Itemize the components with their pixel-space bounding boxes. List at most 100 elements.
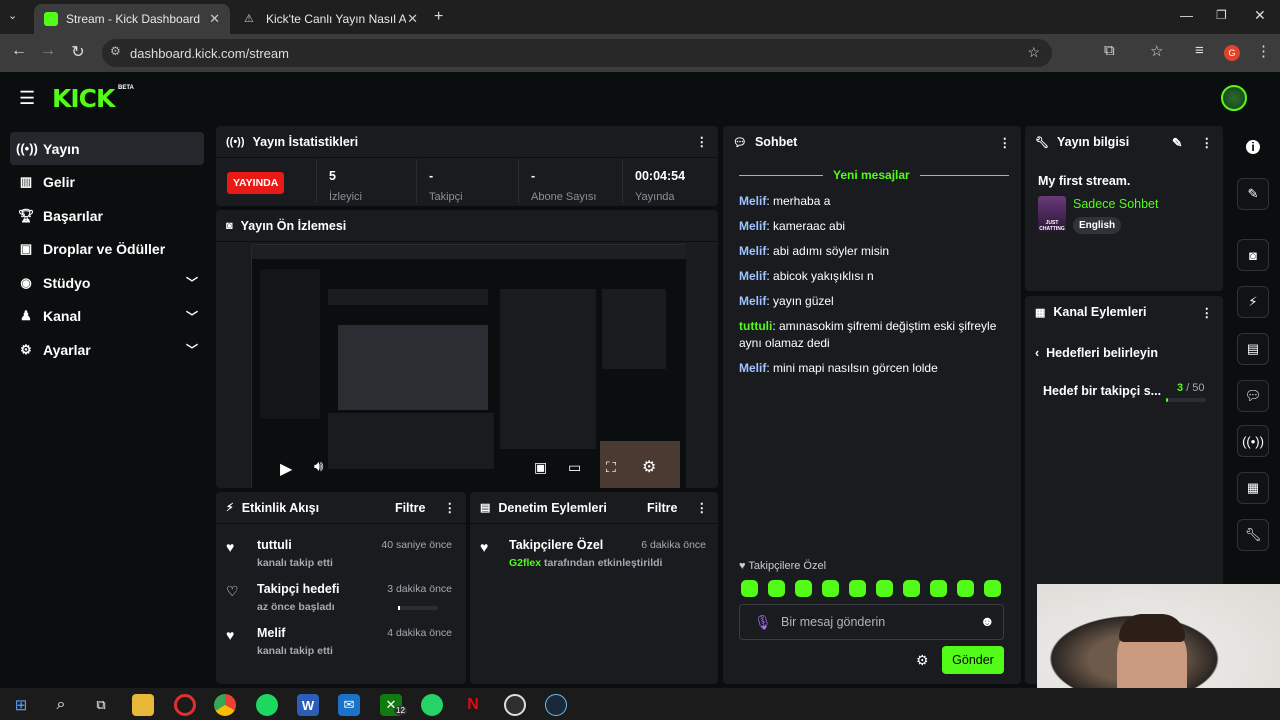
filter-button[interactable]: Filtre	[395, 501, 426, 515]
opera-icon[interactable]	[174, 694, 196, 716]
task-view-icon[interactable]: ⧉	[90, 694, 112, 716]
stream-info-panel: 🔧︎ Yayın bilgisi ✎ ⋮ My first stream. JUST …	[1025, 126, 1223, 291]
more-options-icon[interactable]: ⋮	[999, 135, 1012, 150]
more-options-icon[interactable]: ⋮	[696, 134, 709, 149]
fullscreen-icon[interactable]: ⛶	[606, 459, 616, 476]
maximize-button[interactable]: ❐	[1216, 8, 1227, 22]
rail-moderation-button[interactable]: ▤	[1237, 333, 1269, 365]
profile-avatar[interactable]: G	[1224, 45, 1240, 61]
viewers-stat: 5 İzleyici	[316, 159, 416, 203]
video-player[interactable]: ▶ 🔊︎ ▣ ▭ ⛶ ⚙	[251, 244, 686, 488]
emoji-picker-icon[interactable]: ☻	[980, 613, 995, 629]
close-tab-icon[interactable]: ✕	[209, 11, 220, 27]
send-button[interactable]: Gönder	[942, 646, 1004, 674]
rail-preview-button[interactable]: ◙	[1237, 239, 1269, 271]
close-tab-icon[interactable]: ✕	[407, 11, 418, 27]
hamburger-menu-icon[interactable]: ☰	[19, 88, 35, 109]
theater-icon[interactable]: ▭	[568, 459, 581, 476]
chevron-down-icon: ﹀	[185, 343, 198, 357]
sidebar-item-ayarlar[interactable]: ⚙ Ayarlar ﹀	[10, 333, 204, 366]
rail-info-button[interactable]: 🔧︎	[1237, 519, 1269, 551]
steam-icon[interactable]	[545, 694, 567, 716]
back-icon[interactable]: ←	[4, 42, 34, 60]
chat-settings-icon[interactable]: ⚙	[916, 652, 929, 669]
emote-icon[interactable]	[930, 580, 947, 598]
user-avatar[interactable]	[1221, 85, 1247, 111]
address-bar-row: ← → ↻ ⚙ dashboard.kick.com/stream ☆ ⧉ ☆ …	[0, 34, 1280, 72]
more-options-icon[interactable]: ⋮	[1201, 135, 1214, 150]
goal-item[interactable]: Hedef bir takipçi s... 3 / 50	[1043, 382, 1211, 412]
volume-icon[interactable]: 🔊︎	[314, 458, 323, 475]
kick-logo[interactable]: KICK	[52, 84, 115, 113]
netflix-icon[interactable]: N	[462, 694, 484, 716]
emote-icon[interactable]	[984, 580, 1001, 598]
spotify-icon[interactable]	[256, 694, 278, 716]
chat-username[interactable]: Melif	[739, 244, 766, 258]
emote-icon[interactable]	[876, 580, 893, 598]
forward-icon[interactable]: →	[33, 42, 63, 60]
chat-username[interactable]: Melif	[739, 219, 766, 233]
rail-broadcast-button[interactable]: ((•))	[1237, 425, 1269, 457]
tab-kick-dashboard[interactable]: Stream - Kick Dashboard ✕	[34, 4, 230, 34]
play-icon[interactable]: ▶	[280, 459, 292, 479]
chat-username[interactable]: Melif	[739, 294, 766, 308]
rail-channel-actions-button[interactable]: ▦	[1237, 472, 1269, 504]
obs-icon[interactable]	[504, 694, 526, 716]
chat-username[interactable]: tuttuli	[739, 319, 772, 333]
word-icon[interactable]: W	[297, 694, 319, 716]
chat-username[interactable]: Melif	[739, 194, 766, 208]
chat-username[interactable]: Melif	[739, 361, 766, 375]
reload-icon[interactable]: ↻	[63, 42, 93, 62]
tab-kick-guide[interactable]: ⚠ Kick'te Canlı Yayın Nasıl Açılır? | ✕	[234, 4, 428, 34]
chat-username[interactable]: Melif	[739, 269, 766, 283]
emote-icon[interactable]	[795, 580, 812, 598]
media-control-icon[interactable]: ≡	[1195, 42, 1204, 59]
tab-title: Stream - Kick Dashboard	[66, 12, 201, 26]
minimize-button[interactable]: —	[1180, 8, 1193, 23]
sidebar-item-studyo[interactable]: ◉ Stüdyo ﹀	[10, 266, 204, 299]
emote-icon[interactable]	[768, 580, 785, 598]
more-options-icon[interactable]: ⋮	[444, 500, 457, 515]
chrome-icon[interactable]	[214, 694, 236, 716]
info-icon[interactable]: i	[1246, 140, 1260, 154]
chat-input[interactable]: 🎙︎ Bir mesaj gönderin ☻	[739, 604, 1004, 640]
browser-menu-icon[interactable]: ⋮	[1256, 42, 1271, 60]
whatsapp-icon[interactable]	[421, 694, 443, 716]
extensions-icon[interactable]: ⧉	[1104, 42, 1115, 59]
settings-icon[interactable]: ⚙	[642, 457, 656, 477]
rail-activity-button[interactable]: ⚡︎	[1237, 286, 1269, 318]
microphone-icon[interactable]: 🎙︎	[754, 614, 772, 631]
sidebar-item-gelir[interactable]: ▥ Gelir	[10, 166, 204, 199]
rail-chat-button[interactable]: 💬︎	[1237, 380, 1269, 412]
more-options-icon[interactable]: ⋮	[696, 500, 709, 515]
more-options-icon[interactable]: ⋮	[1201, 305, 1214, 320]
category-link[interactable]: Sadece Sohbet	[1073, 197, 1159, 211]
pip-icon[interactable]: ▣	[534, 459, 547, 476]
edit-pencil-icon[interactable]: ✎	[1172, 135, 1182, 150]
emote-icon[interactable]	[822, 580, 839, 598]
bookmark-star-icon[interactable]: ☆	[1027, 44, 1040, 61]
tab-list-button[interactable]: ⌄	[8, 9, 17, 22]
site-info-icon[interactable]: ⚙	[110, 44, 121, 58]
file-explorer-icon[interactable]	[132, 694, 154, 716]
sidebar-item-droplar[interactable]: ▣ Droplar ve Ödüller	[10, 233, 204, 266]
emote-icon[interactable]	[741, 580, 758, 598]
sidebar-item-yayin[interactable]: ((•)) Yayın	[10, 132, 204, 165]
emote-icon[interactable]	[903, 580, 920, 598]
sidebar-item-kanal[interactable]: ♟ Kanal ﹀	[10, 300, 204, 333]
emote-icon[interactable]	[849, 580, 866, 598]
new-tab-button[interactable]: +	[434, 8, 443, 26]
mail-icon[interactable]: ✉	[338, 694, 360, 716]
bookmarks-icon[interactable]: ☆	[1150, 42, 1163, 60]
close-window-button[interactable]: ✕	[1254, 7, 1266, 24]
moderator-name[interactable]: G2flex	[509, 557, 541, 569]
sidebar-item-basarilar[interactable]: 🏆︎ Başarılar	[10, 199, 204, 232]
windows-start-icon[interactable]: ⊞	[10, 694, 32, 716]
emote-icon[interactable]	[957, 580, 974, 598]
search-icon[interactable]: ⌕	[50, 694, 72, 716]
rail-edit-button[interactable]: ✎	[1237, 178, 1269, 210]
filter-button[interactable]: Filtre	[647, 501, 678, 515]
url-field[interactable]: ⚙ dashboard.kick.com/stream ☆	[102, 39, 1052, 67]
goals-back-button[interactable]: ‹ Hedefleri belirleyin	[1035, 346, 1158, 360]
stream-title: My first stream.	[1038, 174, 1131, 188]
